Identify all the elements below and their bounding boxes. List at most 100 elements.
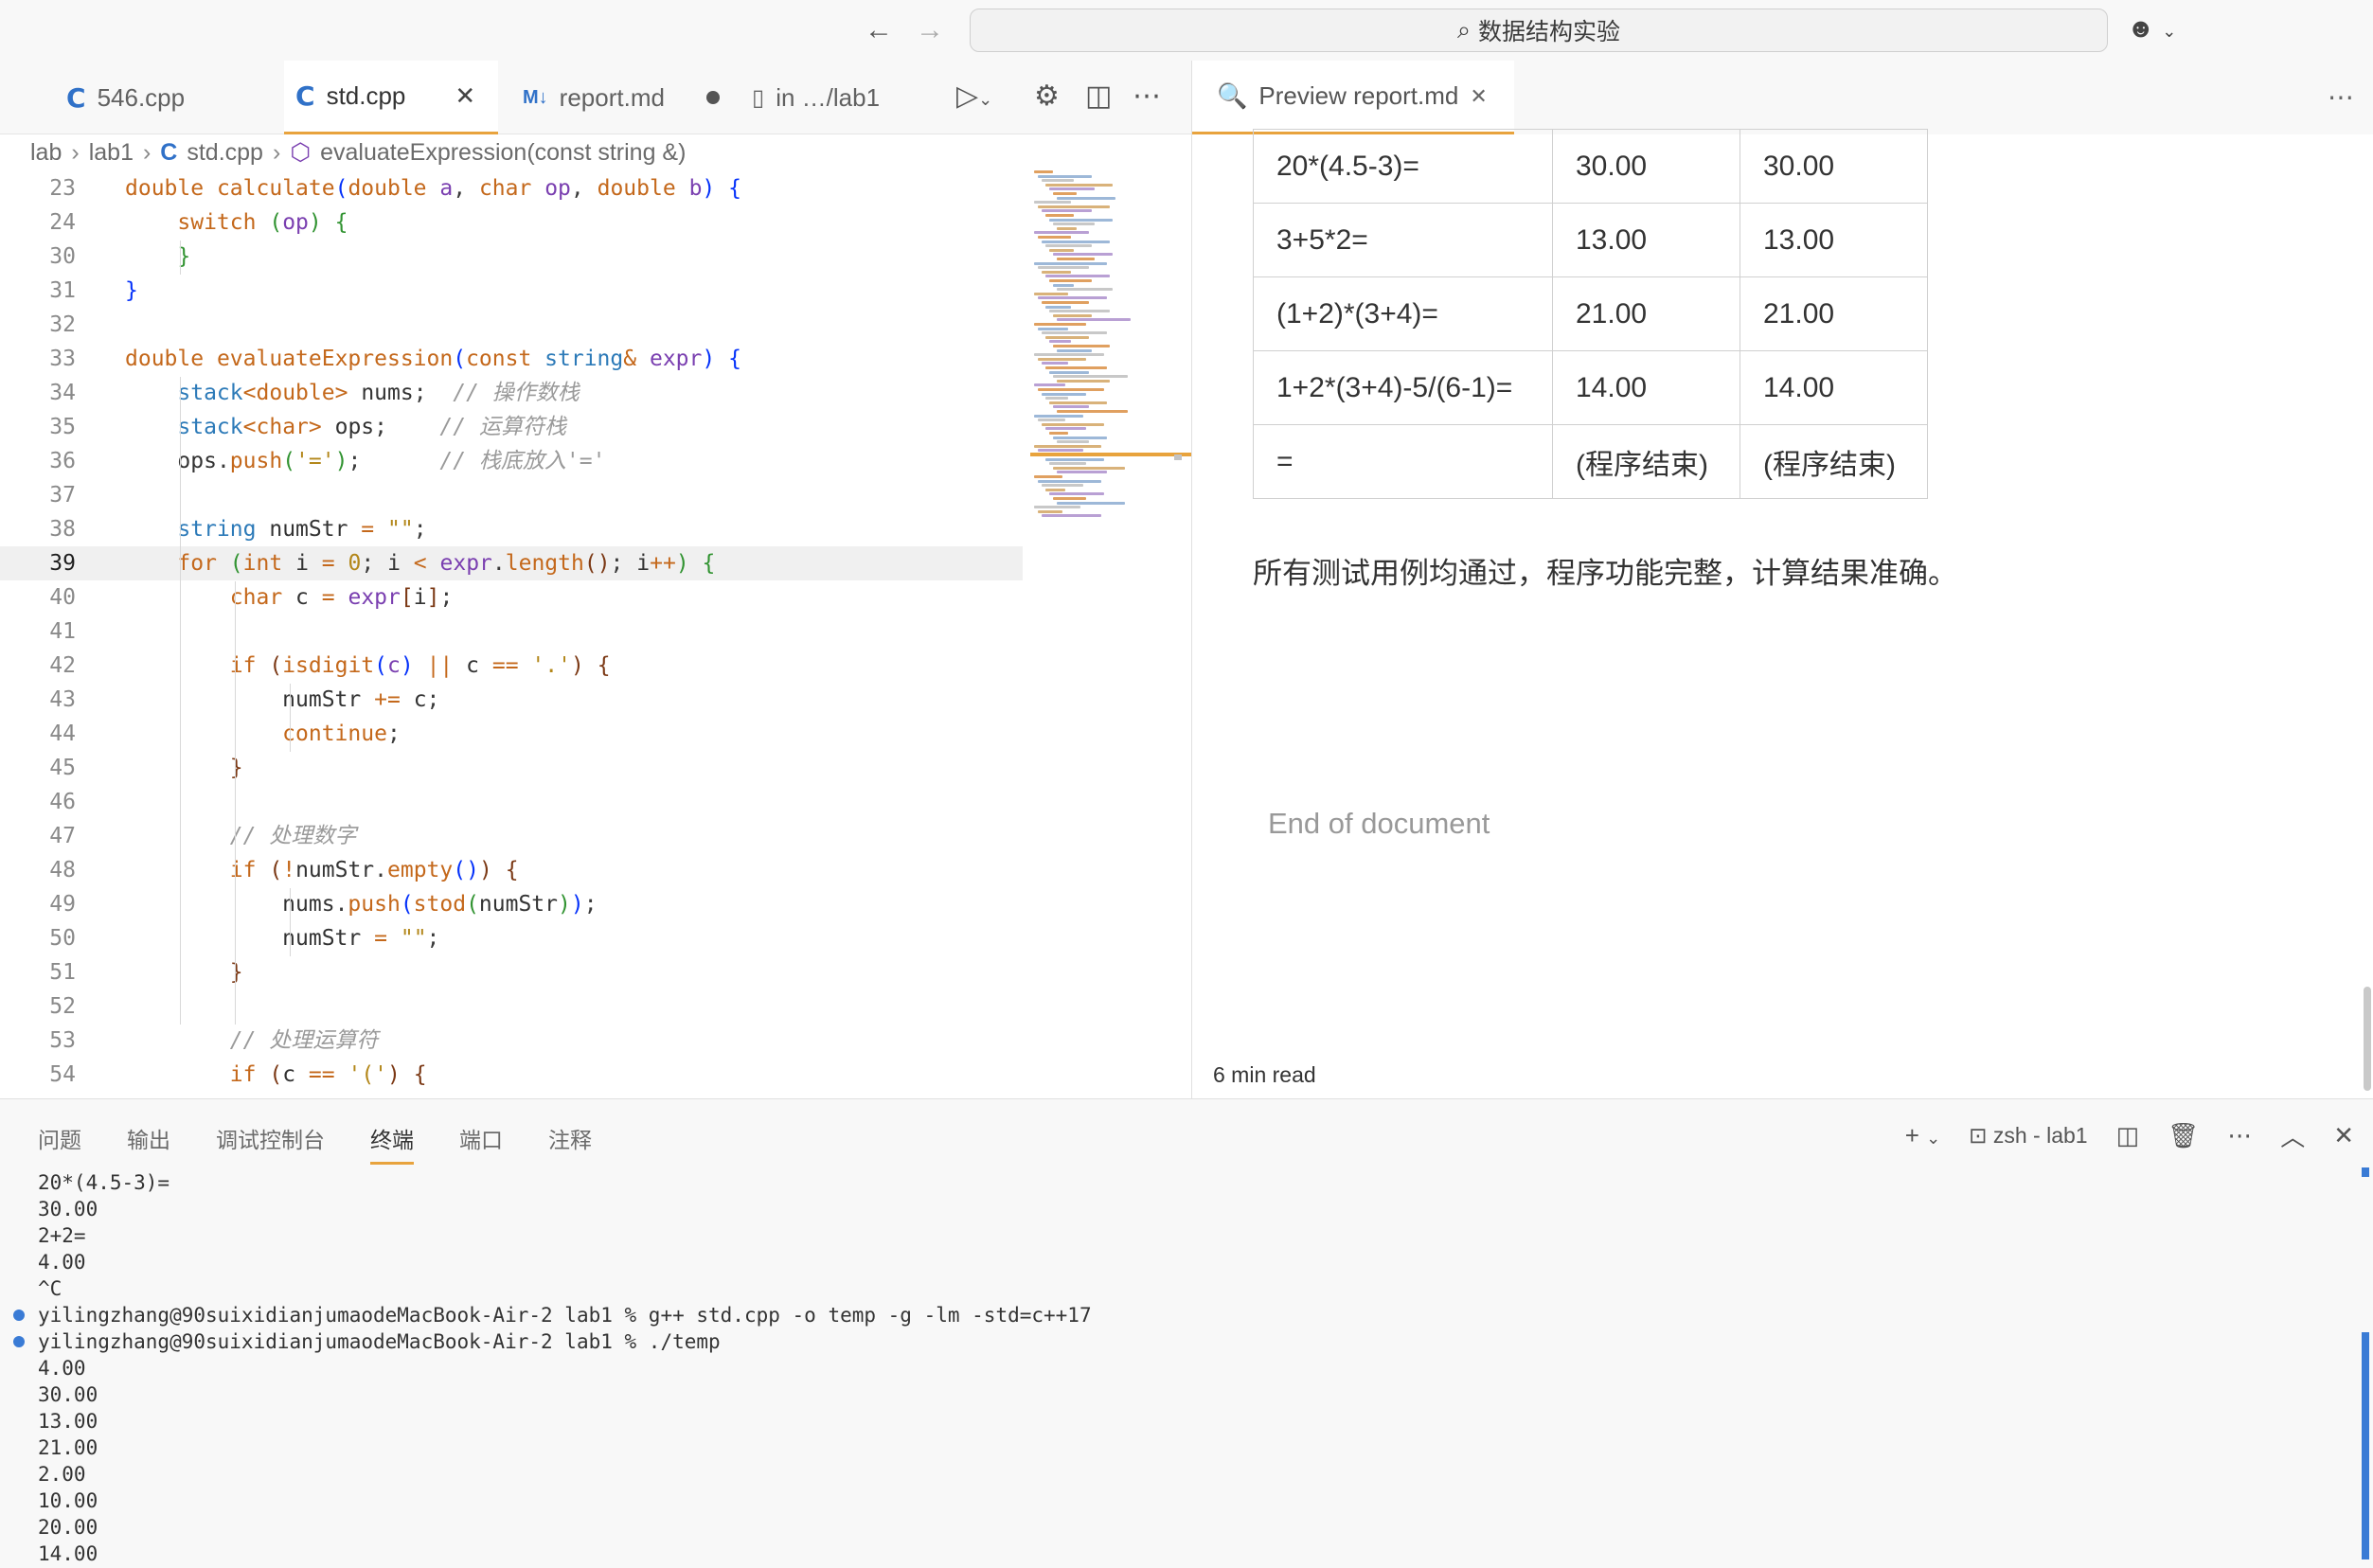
tab-label: Preview report.md xyxy=(1258,81,1459,110)
code-line[interactable]: 31} xyxy=(0,274,1023,308)
code-text: nums.push(stod(numStr)); xyxy=(282,892,598,917)
code-line[interactable]: 47 // 处理数字 xyxy=(0,819,1023,853)
minimap-line xyxy=(1057,501,1125,505)
table-cell: 14.00 xyxy=(1740,350,1928,425)
minimap-line xyxy=(1053,313,1092,317)
tab-report-md[interactable]: M↓ report.md xyxy=(500,61,727,134)
terminal-line: 14.00 xyxy=(38,1542,98,1565)
breadcrumb-item[interactable]: evaluateExpression(const string &) xyxy=(320,139,686,167)
split-editor-icon[interactable]: ◫ xyxy=(1085,80,1112,113)
close-icon[interactable]: ✕ xyxy=(455,81,475,111)
breadcrumb-item[interactable]: lab1 xyxy=(89,139,134,167)
preview-scrollbar[interactable] xyxy=(2364,987,2371,1091)
code-line[interactable]: 41 xyxy=(0,615,1023,649)
line-number: 31 xyxy=(49,278,76,303)
code-line[interactable]: 37 xyxy=(0,478,1023,512)
code-line[interactable]: 32 xyxy=(0,308,1023,342)
panel-tab[interactable]: 调试控制台 xyxy=(216,1122,325,1165)
terminal-output[interactable]: 20*(4.5-3)= 30.00 2+2= 4.00 ^C yilingzhang@90… xyxy=(13,1169,1092,1567)
minimap-line xyxy=(1034,444,1101,448)
line-number: 34 xyxy=(49,381,76,405)
code-text: for (int i = 0; i < expr.length(); i++) … xyxy=(177,551,716,576)
minimap-highlight xyxy=(1030,453,1191,456)
line-number: 40 xyxy=(49,585,76,610)
code-line[interactable]: 42 if (isdigit(c) || c == '.') { xyxy=(0,649,1023,683)
panel-tab[interactable]: 输出 xyxy=(127,1122,170,1165)
back-arrow-icon[interactable]: ← xyxy=(862,13,896,47)
code-line[interactable]: 40 char c = expr[i]; xyxy=(0,580,1023,615)
minimap-line xyxy=(1034,323,1086,326)
code-line[interactable]: 54 if (c == '(') { xyxy=(0,1058,1023,1092)
forward-arrow-icon[interactable]: → xyxy=(913,13,947,47)
code-line[interactable]: 34 stack<double> nums; // 操作数栈 xyxy=(0,376,1023,410)
code-line[interactable]: 30 } xyxy=(0,240,1023,274)
code-line[interactable]: 33 double evaluateExpression(const string… xyxy=(0,342,1023,376)
code-line[interactable]: 39 for (int i = 0; i < expr.length(); i+… xyxy=(0,546,1023,580)
minimap-line xyxy=(1045,275,1110,278)
copilot-icon[interactable]: ☻ ⌄ xyxy=(2127,13,2176,44)
editor-scrollbar[interactable] xyxy=(1174,454,1182,460)
code-line[interactable]: 45 } xyxy=(0,751,1023,785)
tab-546-cpp[interactable]: C 546.cpp xyxy=(0,61,284,134)
maximize-panel-icon[interactable]: ︿ xyxy=(2280,1118,2305,1153)
line-number: 41 xyxy=(49,619,76,644)
run-debug-icon[interactable]: ▷⌄ xyxy=(956,80,992,113)
chevron-right-icon: › xyxy=(272,138,281,166)
more-actions-icon[interactable]: ⋯ xyxy=(1133,80,1161,113)
split-terminal-icon[interactable]: ◫ xyxy=(2116,1121,2140,1150)
code-line[interactable]: 48 if (!numStr.empty()) { xyxy=(0,853,1023,887)
terminal-selector[interactable]: ⊡ zsh - lab1 xyxy=(1969,1123,2087,1149)
trash-icon[interactable]: 🗑 xyxy=(2168,1121,2199,1150)
terminal-line: 20.00 xyxy=(38,1516,98,1539)
minimap-line xyxy=(1057,379,1110,383)
panel-tab[interactable]: 终端 xyxy=(370,1122,414,1165)
close-icon[interactable]: ✕ xyxy=(1470,84,1487,109)
code-line[interactable]: 52 xyxy=(0,989,1023,1024)
line-number: 45 xyxy=(49,756,76,780)
breadcrumb-item[interactable]: std.cpp xyxy=(187,139,263,167)
minimap-line xyxy=(1057,318,1131,322)
gear-icon[interactable]: ⚙ xyxy=(1034,80,1060,113)
cpp-file-icon: C xyxy=(295,80,315,112)
line-number: 24 xyxy=(49,210,76,235)
terminal-scrollbar[interactable] xyxy=(2362,1332,2369,1559)
panel-tab[interactable]: 问题 xyxy=(38,1122,81,1165)
terminal-line: 13.00 xyxy=(38,1410,98,1433)
panel-tab[interactable]: 注释 xyxy=(548,1122,592,1165)
minimap-line xyxy=(1045,488,1065,491)
command-status-icon[interactable] xyxy=(13,1336,25,1347)
code-line[interactable]: 43 numStr += c; xyxy=(0,683,1023,717)
minimap-line xyxy=(1038,174,1092,178)
code-line[interactable]: 44 continue; xyxy=(0,717,1023,751)
code-line[interactable]: 38 string numStr = ""; xyxy=(0,512,1023,546)
code-text: continue; xyxy=(282,722,401,746)
tab-preview-report[interactable]: 🔍 Preview report.md ✕ xyxy=(1192,61,1514,134)
code-editor[interactable]: 23 double calculate(double a, char op, do… xyxy=(0,170,1023,1098)
table-cell: 13.00 xyxy=(1552,203,1740,277)
code-line[interactable]: 49 nums.push(stod(numStr)); xyxy=(0,887,1023,921)
panel-tab[interactable]: 端口 xyxy=(459,1122,503,1165)
code-line[interactable]: 24 switch (op) { xyxy=(0,205,1023,240)
chevron-right-icon: › xyxy=(142,138,152,166)
code-text: double calculate(double a, char op, doub… xyxy=(125,176,741,201)
command-status-icon[interactable] xyxy=(13,1310,25,1321)
tab-std-cpp[interactable]: C std.cpp ✕ xyxy=(284,61,498,134)
code-line[interactable]: 23 double calculate(double a, char op, do… xyxy=(0,171,1023,205)
code-line[interactable]: 36 ops.push('='); // 栈底放入'=' xyxy=(0,444,1023,478)
breadcrumb-item[interactable]: lab xyxy=(30,139,62,167)
close-panel-icon[interactable]: ✕ xyxy=(2333,1121,2354,1150)
code-line[interactable]: 50 numStr = ""; xyxy=(0,921,1023,955)
tab-in-lab1[interactable]: ▯ in …/lab1 xyxy=(729,61,928,134)
terminal-line: 30.00 xyxy=(38,1198,98,1221)
code-line[interactable]: 51 } xyxy=(0,955,1023,989)
more-actions-icon[interactable]: ⋯ xyxy=(2328,81,2354,113)
code-line[interactable]: 46 xyxy=(0,785,1023,819)
more-actions-icon[interactable]: ⋯ xyxy=(2227,1121,2252,1150)
code-line[interactable]: 35 stack<char> ops; // 运算符栈 xyxy=(0,410,1023,444)
minimap-line xyxy=(1053,405,1089,409)
minimap-line xyxy=(1053,466,1125,470)
minimap[interactable] xyxy=(1030,170,1191,549)
command-center-search[interactable]: ⌕ 数据结构实验 xyxy=(970,9,2108,52)
code-line[interactable]: 53 // 处理运算符 xyxy=(0,1024,1023,1058)
new-terminal-icon[interactable]: + ⌄ xyxy=(1905,1121,1941,1150)
